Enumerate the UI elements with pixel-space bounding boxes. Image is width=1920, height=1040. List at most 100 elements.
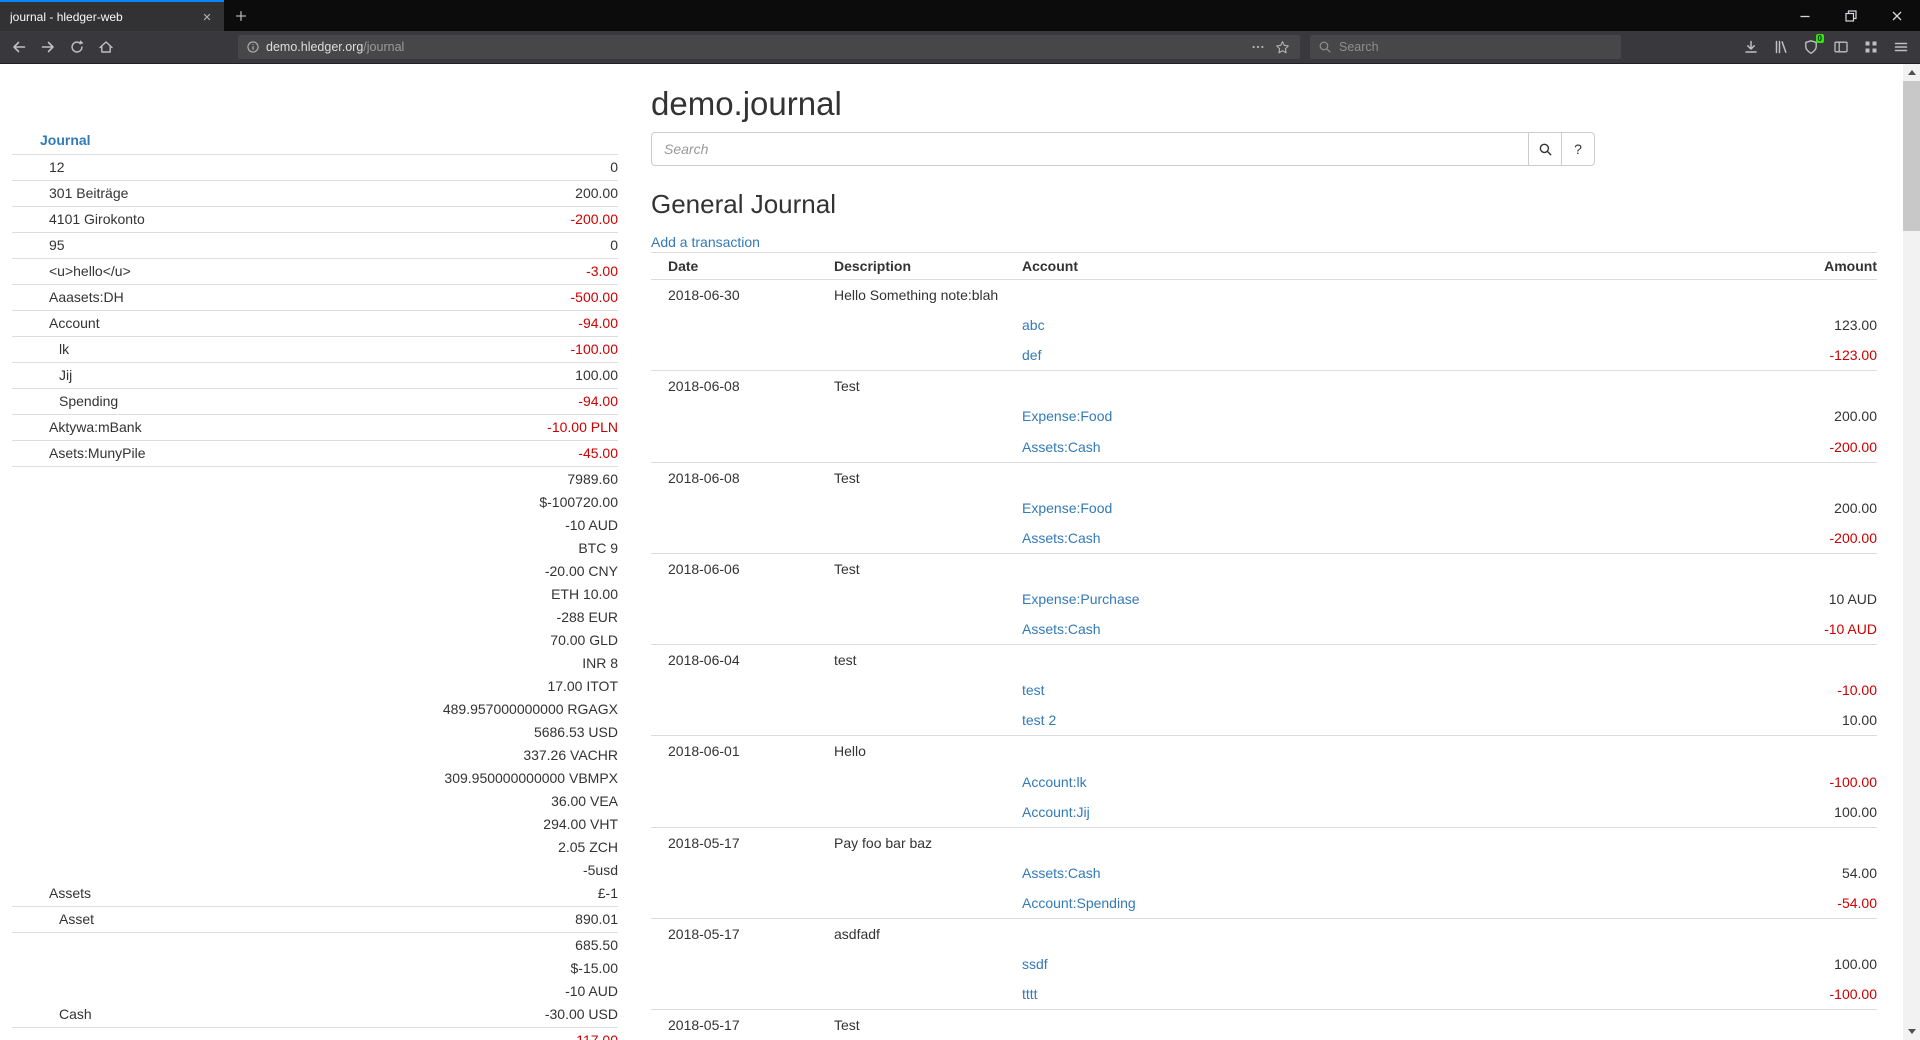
journal-search-button[interactable] — [1529, 132, 1562, 166]
reload-button[interactable] — [62, 33, 91, 61]
window-minimize-button[interactable] — [1782, 0, 1828, 31]
account-balance: 309.950000000000 VBMPX — [443, 767, 618, 790]
posting-account-link[interactable]: Expense:Food — [1022, 500, 1112, 516]
posting-account-link[interactable]: abc — [1022, 317, 1045, 333]
sidebar-account-link[interactable]: Aktywa:mBank — [12, 416, 142, 439]
new-tab-button[interactable] — [224, 0, 258, 31]
posting-amount: -54.00 — [1837, 895, 1877, 911]
posting-account-link[interactable]: Assets:Cash — [1022, 439, 1101, 455]
transaction-row: 2018-06-08TestExpense:Food200.00Assets:C… — [651, 370, 1877, 461]
journal-table-body: 2018-06-30Hello Something note:blahabc12… — [651, 280, 1877, 1040]
sidebar-account-link[interactable]: Jij — [12, 364, 72, 387]
home-button[interactable] — [91, 33, 120, 61]
posting-amount: -200.00 — [1830, 439, 1877, 455]
sidebar: Journal 120301 Beiträge200.004101 Giroko… — [12, 64, 618, 1040]
page-actions-icon[interactable] — [1246, 36, 1270, 58]
forward-button[interactable] — [33, 33, 62, 61]
posting-account-link[interactable]: tttt — [1022, 986, 1038, 1002]
posting-account-link[interactable]: test — [1022, 682, 1045, 698]
posting-row: Assets:Cash -200.00 — [651, 431, 1877, 461]
transaction-date: 2018-06-08 — [668, 378, 834, 394]
sidebar-account-link[interactable]: 301 Beiträge — [12, 182, 128, 205]
sidebar-journal-link[interactable]: Journal — [12, 64, 618, 154]
posting-account-link[interactable]: Account:Spending — [1022, 895, 1136, 911]
posting-account-link[interactable]: test 2 — [1022, 712, 1056, 728]
sidebar-account-link[interactable]: Spending — [12, 390, 118, 413]
search-help-button[interactable]: ? — [1562, 132, 1595, 166]
account-balance: BTC 9 — [443, 537, 618, 560]
posting-account-link[interactable]: Expense:Food — [1022, 408, 1112, 424]
transaction-description: Hello — [834, 743, 866, 759]
account-balance: 36.00 VEA — [443, 790, 618, 813]
transaction-date: 2018-06-01 — [668, 743, 834, 759]
page-title: demo.journal — [651, 84, 1877, 124]
window-restore-button[interactable] — [1828, 0, 1874, 31]
apps-grid-icon[interactable] — [1856, 33, 1886, 61]
sidebar-account-link[interactable]: Assets — [12, 882, 91, 905]
tab-close-icon[interactable] — [197, 7, 217, 27]
sidebar-account-link[interactable]: Aaasets:DH — [12, 286, 124, 309]
posting-account-link[interactable]: ssdf — [1022, 956, 1048, 972]
sidebar-account-row: Assets7989.60$-100720.00-10 AUDBTC 9-20.… — [12, 466, 618, 906]
library-icon[interactable] — [1766, 33, 1796, 61]
account-balance: -117.00 — [572, 1029, 618, 1040]
account-balances: 0 — [610, 234, 618, 257]
journal-search-input[interactable] — [651, 132, 1529, 166]
posting-amount: -100.00 — [1830, 774, 1877, 790]
sidebar-account-link[interactable]: <u>hello</u> — [12, 260, 131, 283]
sidebar-account-link[interactable]: Account — [12, 312, 100, 335]
sidebar-accounts: 120301 Beiträge200.004101 Girokonto-200.… — [12, 154, 618, 1040]
sidebar-account-link[interactable]: 4101 Girokonto — [12, 208, 145, 231]
menu-icon[interactable] — [1886, 33, 1916, 61]
forward-icon — [40, 39, 56, 55]
sidebar-account-row: Asset890.01 — [12, 906, 618, 932]
scrollbar-thumb[interactable] — [1903, 81, 1920, 231]
posting-account-link[interactable]: Assets:Cash — [1022, 530, 1101, 546]
site-info-icon[interactable] — [246, 40, 260, 54]
sidebar-account-link[interactable]: 95 — [12, 234, 65, 257]
sidebar-account-link[interactable]: Asets:MunyPile — [12, 442, 145, 465]
account-balance: -200.00 — [571, 208, 618, 231]
sidebar-account-row: 95 0 — [12, 232, 618, 258]
window-close-button[interactable] — [1874, 0, 1920, 31]
back-button[interactable] — [4, 33, 33, 61]
column-header-description: Description — [834, 258, 1022, 274]
browser-search-placeholder: Search — [1339, 40, 1379, 54]
sidebar-account-row: Spending-94.00 — [12, 388, 618, 414]
posting-account-link[interactable]: Assets:Cash — [1022, 865, 1101, 881]
posting-amount: -200.00 — [1830, 530, 1877, 546]
url-bar[interactable]: demo.hledger.org/journal — [238, 35, 1300, 59]
posting-account-link[interactable]: Account:Jij — [1022, 804, 1090, 820]
sidebar-account-link[interactable]: lk — [12, 338, 69, 361]
account-balance: 7989.60 — [443, 468, 618, 491]
posting-account-link[interactable]: Expense:Purchase — [1022, 591, 1140, 607]
bookmark-star-icon[interactable] — [1270, 36, 1294, 58]
add-transaction-link[interactable]: Add a transaction — [651, 232, 760, 252]
tab-bar: journal - hledger-web — [0, 0, 1920, 31]
scrollbar-down-arrow[interactable] — [1903, 1023, 1920, 1040]
posting-row: Expense:Food200.00 — [651, 493, 1877, 523]
account-balances: 100.00 — [575, 364, 618, 387]
posting-amount: -123.00 — [1830, 347, 1877, 363]
posting-row: tttt-100.00 — [651, 979, 1877, 1009]
posting-account-link[interactable]: Account:lk — [1022, 774, 1087, 790]
sidebar-account-link[interactable]: Cash — [12, 1003, 92, 1026]
posting-row: Expense:Food200.00 — [651, 401, 1877, 431]
sidebar-account-link[interactable]: Asset — [12, 908, 94, 931]
scrollbar[interactable] — [1903, 64, 1920, 1040]
posting-account-link[interactable]: def — [1022, 347, 1041, 363]
browser-search-field[interactable]: Search — [1310, 35, 1621, 59]
transaction-description: Test — [834, 561, 860, 577]
posting-account-link[interactable]: Assets:Cash — [1022, 621, 1101, 637]
downloads-icon[interactable] — [1736, 33, 1766, 61]
sidebar-toggle-icon[interactable] — [1826, 33, 1856, 61]
posting-row: Account:lk -100.00 — [651, 767, 1877, 797]
section-title: General Journal — [651, 189, 1877, 219]
sidebar-account-link[interactable]: 12 — [12, 156, 65, 179]
account-balance: -3.00 — [586, 260, 618, 283]
browser-tab[interactable]: journal - hledger-web — [0, 0, 224, 31]
posting-row: Account:Jij100.00 — [651, 797, 1877, 827]
account-balances: -45.00 — [578, 442, 618, 465]
scrollbar-up-arrow[interactable] — [1903, 64, 1920, 81]
extension-icon[interactable]: 0 — [1796, 33, 1826, 61]
